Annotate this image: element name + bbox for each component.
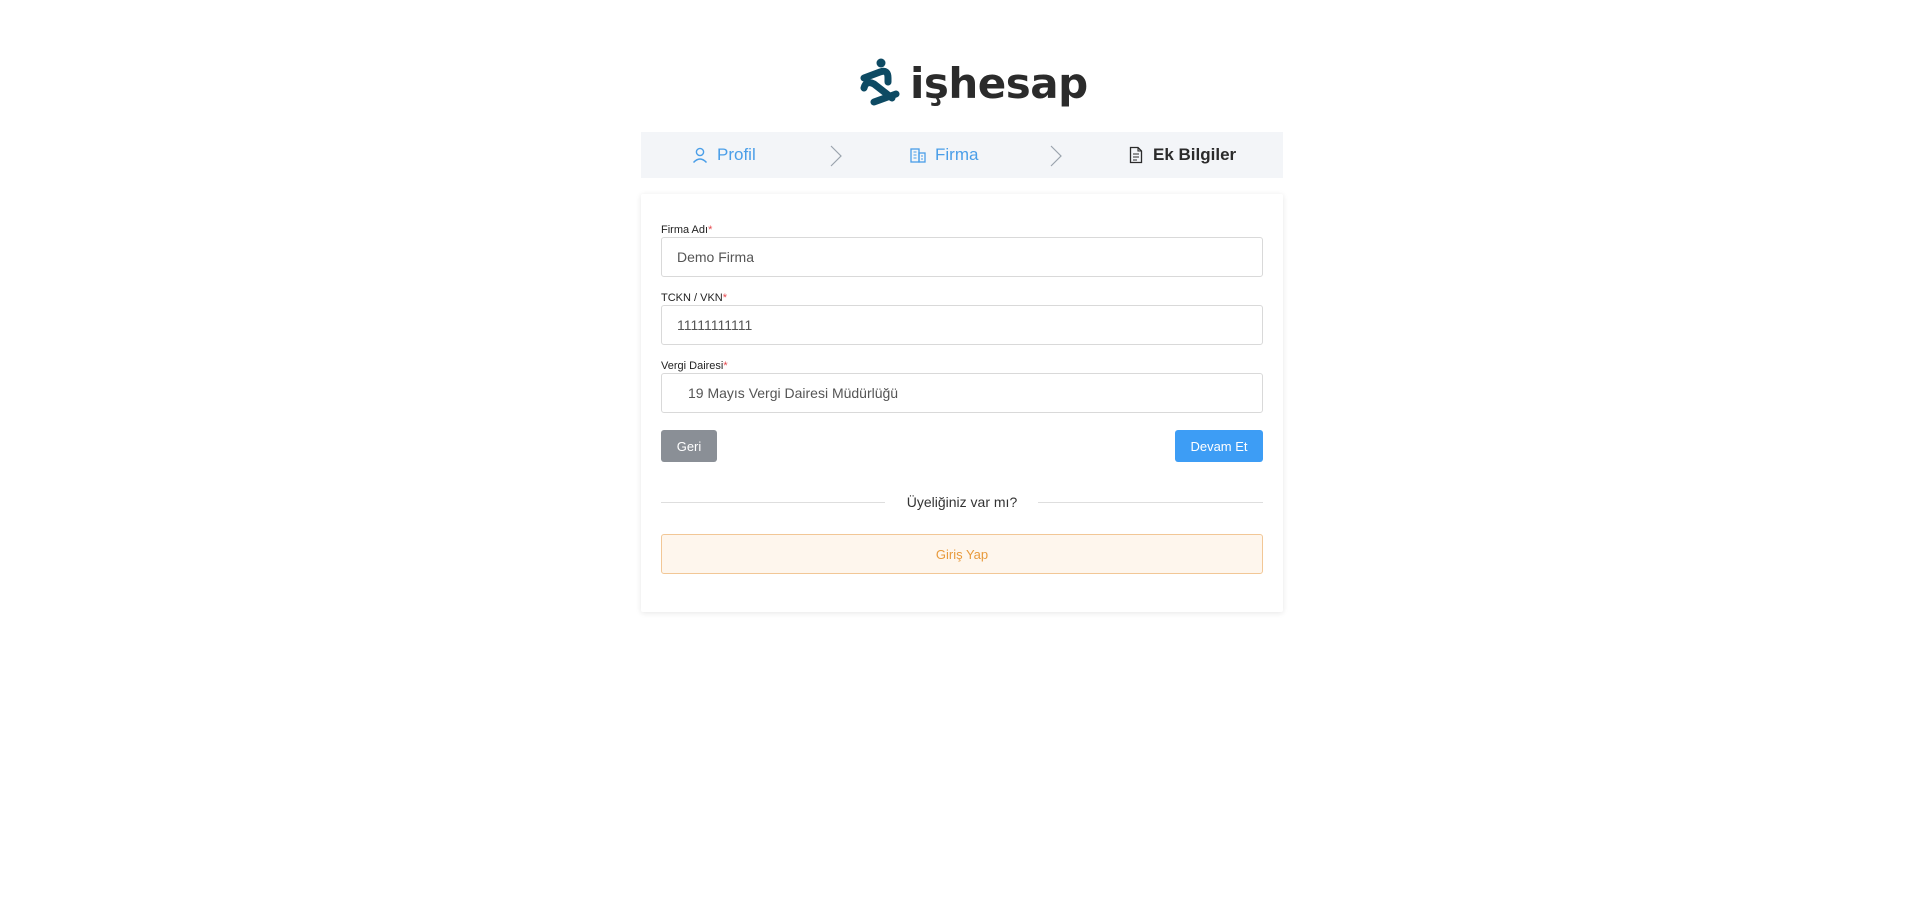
brand-logo: işhesap: [858, 56, 1088, 112]
membership-divider: Üyeliğiniz var mı?: [661, 494, 1263, 510]
tax-office-select[interactable]: 19 Mayıs Vergi Dairesi Müdürlüğü: [661, 373, 1263, 413]
login-button[interactable]: Giriş Yap: [661, 534, 1263, 574]
brand-name: işhesap: [910, 59, 1088, 108]
step-firma[interactable]: Firma: [909, 145, 978, 165]
company-name-input[interactable]: Demo Firma: [661, 237, 1263, 277]
company-name-label: Firma Adı*: [661, 224, 713, 236]
registration-steps: Profil Firma Ek Bilgiler: [641, 132, 1283, 178]
required-mark: *: [722, 292, 728, 304]
tax-id-input[interactable]: 11111111111: [661, 305, 1263, 345]
tax-id-label: TCKN / VKN*: [661, 292, 728, 304]
step-ek-bilgiler: Ek Bilgiler: [1127, 145, 1236, 165]
document-icon: [1129, 146, 1143, 164]
back-button[interactable]: Geri: [661, 430, 717, 462]
divider-line: [1038, 502, 1263, 503]
step-label: Profil: [717, 145, 756, 164]
chevron-right-icon: [1050, 145, 1062, 167]
building-icon: [910, 148, 926, 163]
chevron-right-icon: [830, 145, 842, 167]
required-mark: *: [723, 360, 728, 372]
tax-office-label: Vergi Dairesi*: [661, 360, 728, 372]
logo-mark-icon: [860, 58, 900, 106]
continue-button[interactable]: Devam Et: [1175, 430, 1263, 462]
user-icon: [692, 147, 708, 163]
step-label: Firma: [935, 145, 979, 164]
registration-form-card: Firma Adı* Demo Firma TCKN / VKN* 111111…: [641, 194, 1283, 612]
required-mark: *: [708, 224, 713, 236]
step-profil[interactable]: Profil: [691, 145, 756, 165]
step-label: Ek Bilgiler: [1153, 145, 1237, 164]
